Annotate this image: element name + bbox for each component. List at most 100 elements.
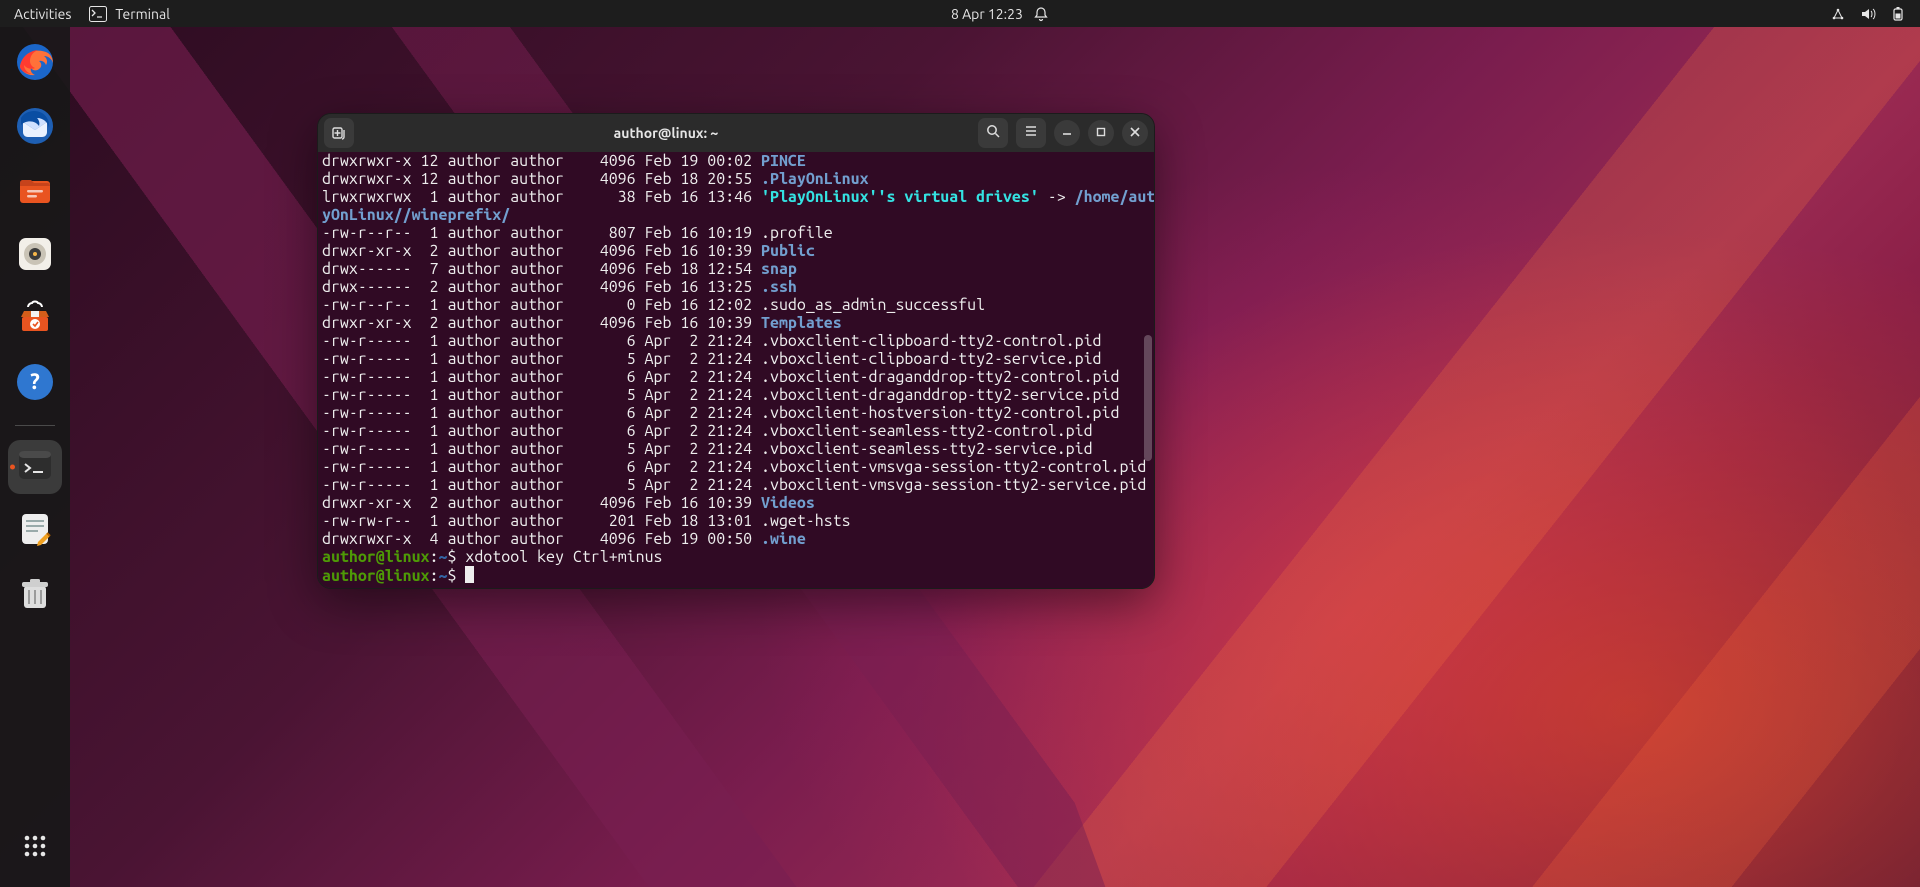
- terminal-line: drwxrwxr-x 4 author author 4096 Feb 19 0…: [322, 530, 1150, 548]
- terminal-icon: [14, 444, 56, 490]
- dock-app-help[interactable]: ?: [8, 357, 62, 411]
- terminal-line: drwxr-xr-x 2 author author 4096 Feb 16 1…: [322, 494, 1150, 512]
- terminal-window[interactable]: author@linux: ~ drwxrwxr-x 12 author aut…: [317, 113, 1155, 589]
- terminal-text: drwx------ 7 author author 4096 Feb 18 1…: [322, 260, 761, 278]
- minimize-icon: [1061, 124, 1073, 142]
- text-editor-icon: [14, 508, 56, 554]
- terminal-text: -rw-r--r-- 1 author author 807 Feb 16 10…: [322, 224, 833, 242]
- firefox-icon: [14, 41, 56, 87]
- search-button[interactable]: [978, 118, 1008, 148]
- terminal-line: drwx------ 2 author author 4096 Feb 16 1…: [322, 278, 1150, 296]
- app-menu-button[interactable]: Terminal: [89, 6, 170, 22]
- terminal-line: -rw-r----- 1 author author 6 Apr 2 21:24…: [322, 458, 1150, 476]
- terminal-line: -rw-r----- 1 author author 5 Apr 2 21:24…: [322, 386, 1150, 404]
- network-icon[interactable]: [1830, 6, 1846, 22]
- maximize-button[interactable]: [1088, 120, 1114, 146]
- grid-icon: [21, 832, 49, 864]
- terminal-text: -rw-rw-r-- 1 author author 201 Feb 18 13…: [322, 512, 851, 530]
- thunderbird-icon: [14, 105, 56, 151]
- terminal-text: snap: [761, 260, 797, 278]
- rhythmbox-icon: [14, 233, 56, 279]
- terminal-text: -rw-r----- 1 author author 6 Apr 2 21:24…: [322, 332, 1102, 350]
- dock-separator: [15, 425, 55, 426]
- clock-label[interactable]: 8 Apr 12:23: [951, 6, 1023, 22]
- terminal-line: drwxr-xr-x 2 author author 4096 Feb 16 1…: [322, 314, 1150, 332]
- terminal-line: -rw-r----- 1 author author 5 Apr 2 21:24…: [322, 350, 1150, 368]
- terminal-text: drwxrwxr-x 12 author author 4096 Feb 19 …: [322, 152, 761, 170]
- terminal-line: yOnLinux//wineprefix/: [322, 206, 1150, 224]
- terminal-icon: [89, 6, 107, 22]
- svg-text:?: ?: [30, 369, 40, 394]
- notification-bell-icon[interactable]: [1033, 6, 1049, 22]
- close-button[interactable]: [1122, 120, 1148, 146]
- terminal-text: 'PlayOnLinux''s virtual drives': [761, 188, 1039, 206]
- terminal-text: -rw-r----- 1 author author 6 Apr 2 21:24…: [322, 368, 1119, 386]
- help-icon: ?: [14, 361, 56, 407]
- terminal-text: -rw-r----- 1 author author 6 Apr 2 21:24…: [322, 422, 1093, 440]
- top-bar: Activities Terminal 8 Apr 12:23: [0, 0, 1920, 27]
- power-icon[interactable]: [1890, 6, 1906, 22]
- software-icon: [14, 297, 56, 343]
- terminal-text: -rw-r----- 1 author author 5 Apr 2 21:24…: [322, 440, 1093, 458]
- terminal-text: lrwxrwxrwx 1 author author 38 Feb 16 13:…: [322, 188, 761, 206]
- terminal-text: -rw-r----- 1 author author 6 Apr 2 21:24…: [322, 404, 1119, 422]
- terminal-text: yOnLinux//wineprefix/: [322, 206, 510, 224]
- terminal-output[interactable]: drwxrwxr-x 12 author author 4096 Feb 19 …: [318, 152, 1154, 588]
- trash-icon: [14, 572, 56, 618]
- terminal-text: $: [447, 567, 465, 585]
- terminal-text: author@linux: [322, 567, 430, 585]
- dock-app-trash[interactable]: [8, 568, 62, 622]
- terminal-text: :: [430, 548, 439, 566]
- terminal-text: drwxr-xr-x 2 author author 4096 Feb 16 1…: [322, 494, 761, 512]
- dock-app-rhythmbox[interactable]: [8, 229, 62, 283]
- window-titlebar[interactable]: author@linux: ~: [318, 114, 1154, 152]
- scrollbar-thumb[interactable]: [1144, 335, 1152, 461]
- terminal-cursor: [465, 566, 474, 583]
- terminal-line: -rw-r--r-- 1 author author 807 Feb 16 10…: [322, 224, 1150, 242]
- app-menu-label: Terminal: [115, 6, 170, 22]
- terminal-line: author@linux:~$: [322, 566, 1150, 585]
- terminal-line: -rw-r----- 1 author author 6 Apr 2 21:24…: [322, 404, 1150, 422]
- terminal-text: Videos: [761, 494, 815, 512]
- maximize-icon: [1095, 124, 1107, 142]
- minimize-button[interactable]: [1054, 120, 1080, 146]
- terminal-line: -rw-r--r-- 1 author author 0 Feb 16 12:0…: [322, 296, 1150, 314]
- terminal-text: author@linux: [322, 548, 430, 566]
- dock-app-terminal[interactable]: [8, 440, 62, 494]
- terminal-text: drwxr-xr-x 2 author author 4096 Feb 16 1…: [322, 242, 761, 260]
- terminal-text: .wine: [761, 530, 806, 548]
- terminal-text: Templates: [761, 314, 842, 332]
- terminal-text: ->: [1039, 188, 1075, 206]
- activities-button[interactable]: Activities: [14, 6, 71, 22]
- terminal-text: -rw-r----- 1 author author 5 Apr 2 21:24…: [322, 350, 1102, 368]
- terminal-line: lrwxrwxrwx 1 author author 38 Feb 16 13:…: [322, 188, 1150, 206]
- dock: ?: [0, 27, 70, 887]
- volume-icon[interactable]: [1860, 6, 1876, 22]
- dock-app-files[interactable]: [8, 165, 62, 219]
- terminal-text: drwx------ 2 author author 4096 Feb 16 1…: [322, 278, 761, 296]
- terminal-text: drwxrwxr-x 12 author author 4096 Feb 18 …: [322, 170, 761, 188]
- terminal-text: $ xdotool key Ctrl+minus: [447, 548, 662, 566]
- terminal-text: -rw-r----- 1 author author 5 Apr 2 21:24…: [322, 476, 1146, 494]
- dock-app-firefox[interactable]: [8, 37, 62, 91]
- terminal-line: -rw-rw-r-- 1 author author 201 Feb 18 13…: [322, 512, 1150, 530]
- menu-button[interactable]: [1016, 118, 1046, 148]
- dock-app-thunderbird[interactable]: [8, 101, 62, 155]
- window-title: author@linux: ~: [354, 125, 978, 141]
- new-tab-button[interactable]: [324, 118, 354, 148]
- terminal-line: -rw-r----- 1 author author 5 Apr 2 21:24…: [322, 440, 1150, 458]
- terminal-text: -rw-r----- 1 author author 6 Apr 2 21:24…: [322, 458, 1146, 476]
- terminal-text: .PlayOnLinux: [761, 170, 869, 188]
- terminal-text: .ssh: [761, 278, 797, 296]
- dock-app-texteditor[interactable]: [8, 504, 62, 558]
- close-icon: [1129, 124, 1141, 142]
- terminal-line: -rw-r----- 1 author author 6 Apr 2 21:24…: [322, 368, 1150, 386]
- show-applications-button[interactable]: [8, 821, 62, 875]
- terminal-text: -rw-r----- 1 author author 5 Apr 2 21:24…: [322, 386, 1119, 404]
- terminal-text: PINCE: [761, 152, 806, 170]
- search-icon: [985, 123, 1001, 143]
- files-icon: [14, 169, 56, 215]
- terminal-line: drwxrwxr-x 12 author author 4096 Feb 19 …: [322, 152, 1150, 170]
- dock-app-software[interactable]: [8, 293, 62, 347]
- terminal-line: author@linux:~$ xdotool key Ctrl+minus: [322, 548, 1150, 566]
